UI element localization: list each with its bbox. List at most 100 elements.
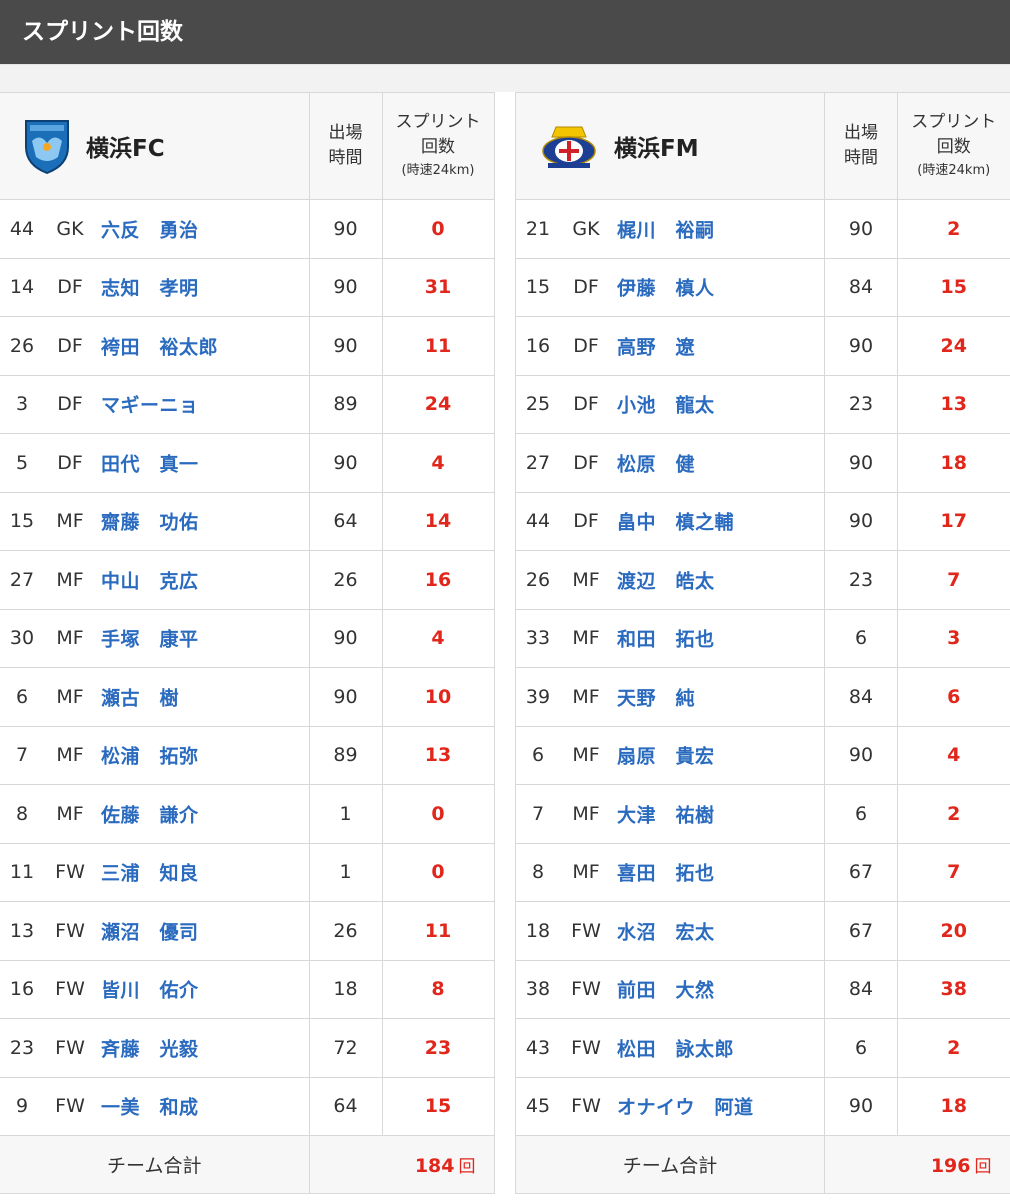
- player-cell: 14 DF 志知 孝明: [0, 257, 310, 317]
- sprint-header-label: スプリント 回数: [911, 112, 997, 157]
- sprint-count: 20: [897, 901, 1010, 961]
- player-row: 16 DF 高野 遼 90 24: [515, 316, 1010, 376]
- team-table-yokohama-fm: 横浜FM 出場 時間 スプリント 回数 (時速24km) 21 GK 梶川 裕嗣 90 2…: [515, 92, 1010, 1194]
- player-cell: 33 MF 和田 拓也: [515, 608, 825, 668]
- player-position: DF: [573, 334, 599, 357]
- player-name-link[interactable]: 瀬古 樹: [101, 683, 179, 710]
- minutes-played: 6: [824, 608, 898, 668]
- player-row: 7 MF 大津 祐樹 6 2: [515, 784, 1010, 844]
- player-cell: 44 GK 六反 勇治: [0, 199, 310, 259]
- minutes-played: 67: [824, 901, 898, 961]
- player-row: 8 MF 喜田 拓也 67 7: [515, 842, 1010, 902]
- minutes-column-header: 出場 時間: [824, 92, 898, 200]
- player-name-link[interactable]: 前田 大然: [617, 976, 715, 1003]
- player-position: GK: [572, 217, 600, 240]
- player-position: FW: [571, 978, 601, 1001]
- player-name-link[interactable]: 水沼 宏太: [617, 917, 715, 944]
- player-number: 16: [9, 978, 35, 1001]
- player-position: MF: [56, 685, 84, 708]
- player-cell: 38 FW 前田 大然: [515, 959, 825, 1019]
- minutes-header-label: 出場 時間: [328, 123, 363, 168]
- sprint-count: 7: [897, 550, 1010, 610]
- player-position: MF: [56, 568, 84, 591]
- player-name-link[interactable]: 三浦 知良: [101, 859, 199, 886]
- minutes-played: 26: [308, 550, 383, 610]
- sprint-count: 17: [897, 491, 1010, 551]
- player-name-link[interactable]: 天野 純: [617, 683, 695, 710]
- player-name-link[interactable]: 扇原 貴宏: [617, 742, 715, 769]
- player-position: MF: [572, 861, 600, 884]
- minutes-played: 84: [824, 667, 898, 727]
- player-name-link[interactable]: 佐藤 謙介: [101, 800, 199, 827]
- player-number: 13: [9, 919, 35, 942]
- player-name-link[interactable]: 瀬沼 優司: [101, 917, 199, 944]
- player-row: 45 FW オナイウ 阿道 90 18: [515, 1076, 1010, 1136]
- player-cell: 45 FW オナイウ 阿道: [515, 1076, 825, 1136]
- player-name-link[interactable]: 渡辺 皓太: [617, 566, 715, 593]
- yokohama-fm-crest-icon: [542, 126, 596, 168]
- player-name-link[interactable]: 皆川 佑介: [101, 976, 199, 1003]
- sprint-count: 16: [381, 550, 495, 610]
- player-number: 44: [525, 510, 551, 533]
- sprint-count: 6: [897, 667, 1010, 727]
- player-name-link[interactable]: 田代 真一: [101, 449, 199, 476]
- player-cell: 18 FW 水沼 宏太: [515, 901, 825, 961]
- player-name-link[interactable]: 伊藤 槙人: [617, 274, 715, 301]
- player-cell: 11 FW 三浦 知良: [0, 842, 310, 902]
- player-position: MF: [572, 744, 600, 767]
- player-number: 23: [9, 1036, 35, 1059]
- sprint-column-header: スプリント 回数 (時速24km): [381, 92, 495, 200]
- player-name-link[interactable]: 松田 詠太郎: [617, 1034, 734, 1061]
- player-name-link[interactable]: 六反 勇治: [101, 215, 199, 242]
- player-name-link[interactable]: 大津 祐樹: [617, 800, 715, 827]
- player-name-link[interactable]: 畠中 槙之輔: [617, 508, 734, 535]
- minutes-played: 6: [824, 784, 898, 844]
- player-name-link[interactable]: オナイウ 阿道: [617, 1093, 754, 1120]
- player-cell: 27 DF 松原 健: [515, 433, 825, 493]
- player-name-link[interactable]: 松原 健: [617, 449, 695, 476]
- player-name-link[interactable]: 斉藤 光毅: [101, 1034, 199, 1061]
- player-cell: 15 DF 伊藤 槙人: [515, 257, 825, 317]
- player-row: 26 MF 渡辺 皓太 23 7: [515, 550, 1010, 610]
- player-name-link[interactable]: 高野 遼: [617, 332, 695, 359]
- player-row: 11 FW 三浦 知良 1 0: [0, 842, 495, 902]
- minutes-played: 90: [824, 491, 898, 551]
- player-name-link[interactable]: 袴田 裕太郎: [101, 332, 218, 359]
- sprint-count: 4: [381, 433, 495, 493]
- team-total-value: 196 回: [824, 1135, 1010, 1194]
- team-header: 横浜FM: [515, 92, 825, 200]
- player-cell: 39 MF 天野 純: [515, 667, 825, 727]
- player-number: 26: [525, 568, 551, 591]
- minutes-played: 23: [824, 374, 898, 434]
- player-name-link[interactable]: 梶川 裕嗣: [617, 215, 715, 242]
- minutes-played: 90: [824, 1076, 898, 1136]
- player-name-link[interactable]: 中山 克広: [101, 566, 199, 593]
- header-spacer: [0, 64, 1010, 92]
- player-name-link[interactable]: 手塚 康平: [101, 625, 199, 652]
- sprint-count: 11: [381, 901, 495, 961]
- player-row: 27 MF 中山 克広 26 16: [0, 550, 495, 610]
- minutes-played: 84: [824, 257, 898, 317]
- player-row: 7 MF 松浦 拓弥 89 13: [0, 725, 495, 785]
- player-name-link[interactable]: 松浦 拓弥: [101, 742, 199, 769]
- player-name-link[interactable]: 志知 孝明: [101, 274, 199, 301]
- sprint-column-header: スプリント 回数 (時速24km): [897, 92, 1010, 200]
- player-row: 21 GK 梶川 裕嗣 90 2: [515, 199, 1010, 259]
- player-position: MF: [572, 685, 600, 708]
- player-name-link[interactable]: マギーニョ: [101, 391, 199, 418]
- player-row: 6 MF 扇原 貴宏 90 4: [515, 725, 1010, 785]
- player-name-link[interactable]: 喜田 拓也: [617, 859, 715, 886]
- minutes-played: 90: [308, 257, 383, 317]
- sprint-count: 18: [897, 433, 1010, 493]
- player-name-link[interactable]: 齋藤 功佑: [101, 508, 199, 535]
- player-name-link[interactable]: 小池 龍太: [617, 391, 715, 418]
- player-cell: 5 DF 田代 真一: [0, 433, 310, 493]
- sprint-header-label: スプリント 回数: [395, 112, 481, 157]
- player-position: FW: [571, 1036, 601, 1059]
- player-position: DF: [573, 276, 599, 299]
- player-number: 8: [531, 861, 545, 884]
- player-name-link[interactable]: 一美 和成: [101, 1093, 199, 1120]
- player-name-link[interactable]: 和田 拓也: [617, 625, 715, 652]
- player-position: MF: [56, 744, 84, 767]
- team-total-value: 184 回: [308, 1135, 495, 1194]
